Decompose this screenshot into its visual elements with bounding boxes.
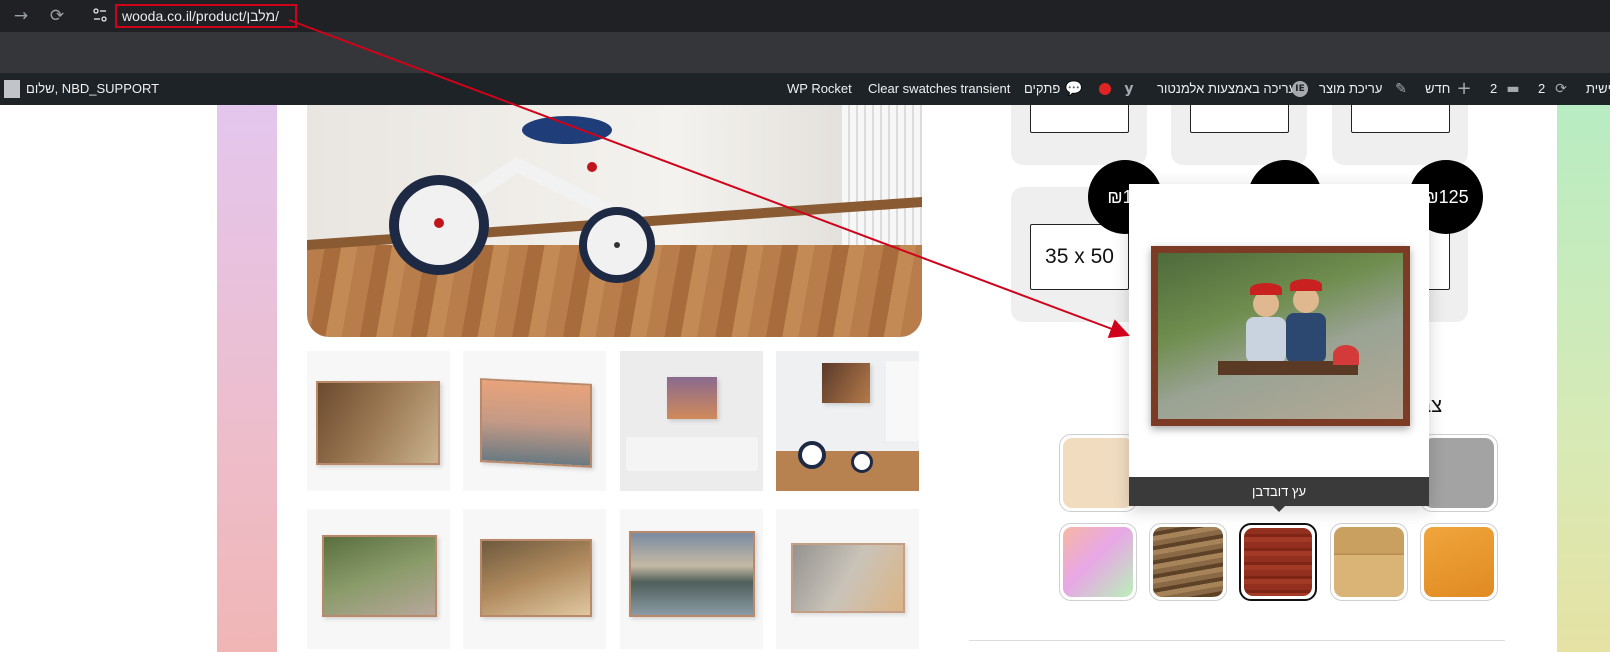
size-box — [1351, 105, 1450, 133]
thumbnail-1[interactable] — [307, 351, 450, 491]
thumbnail-5[interactable] — [307, 509, 450, 649]
comment-icon: ▬ — [1506, 81, 1520, 97]
decorative-gradient-left — [217, 105, 277, 652]
snippets-menu[interactable]: פתקים — [1024, 73, 1060, 105]
thumbnail-7[interactable] — [620, 509, 763, 649]
address-bar-url[interactable]: wooda.co.il/product/מלבן/ — [115, 4, 297, 28]
swatch-cherry-wood[interactable] — [1239, 523, 1317, 601]
swatch-fill — [1424, 527, 1494, 597]
thumbnail-3[interactable] — [620, 351, 763, 491]
size-box — [1030, 105, 1129, 133]
swatch-preview-popup: עץ דובדבן — [1129, 184, 1429, 512]
swatch-beige[interactable] — [1059, 434, 1137, 512]
size-label: 35 x 50 — [1030, 224, 1129, 290]
popup-caption: עץ דובדבן — [1129, 477, 1429, 512]
plus-icon: + — [1456, 78, 1472, 99]
updates-count[interactable]: 2 — [1538, 73, 1545, 105]
browser-toolbar: → ⟳ wooda.co.il/product/מלבן/ — [0, 0, 1610, 32]
browser-strip — [0, 32, 1610, 73]
thumbnail-6[interactable] — [463, 509, 606, 649]
avatar[interactable] — [4, 80, 20, 98]
framed-canvas-preview — [1151, 246, 1410, 426]
forward-arrow-icon[interactable]: → — [10, 5, 32, 27]
product-page: 35 x 50 ₪18 ₪125 צבע — [0, 105, 1610, 652]
new-menu[interactable]: חדש — [1425, 73, 1450, 105]
swatch-rainbow-gradient[interactable] — [1059, 523, 1137, 601]
elementor-icon: IE — [1292, 81, 1308, 97]
swatch-fill — [1153, 527, 1223, 597]
size-option-card-top-1[interactable] — [1011, 105, 1147, 165]
swatch-gray[interactable] — [1420, 434, 1498, 512]
swatch-light-oak[interactable] — [1330, 523, 1408, 601]
clear-swatches-menu[interactable]: Clear swatches transient — [868, 73, 1010, 105]
decorative-gradient-right — [1557, 105, 1610, 652]
comments-count[interactable]: 2 — [1490, 73, 1497, 105]
preview-photo — [1158, 253, 1403, 419]
tricycle-illustration — [389, 116, 655, 283]
swatch-fill — [1424, 438, 1494, 508]
updates-icon: ⟳ — [1555, 81, 1567, 97]
screenshot-root: → ⟳ wooda.co.il/product/מלבן/ שלום, NBD_… — [0, 0, 1610, 652]
size-option-card-top-3[interactable] — [1332, 105, 1468, 165]
swatch-fill — [1244, 528, 1312, 596]
edit-product-menu[interactable]: עריכת מוצר — [1319, 73, 1382, 105]
swatch-fill — [1063, 527, 1133, 597]
size-box — [1190, 105, 1289, 133]
swatch-fill — [1063, 438, 1133, 508]
main-product-image[interactable] — [307, 105, 922, 337]
wp-rocket-menu[interactable]: WP Rocket — [787, 73, 852, 105]
speech-bubble-icon: 💬 — [1065, 81, 1083, 97]
site-name-menu[interactable]: ישית — [1586, 73, 1610, 105]
site-info-icon[interactable] — [92, 7, 108, 23]
size-option-card-top-2[interactable] — [1171, 105, 1307, 165]
pencil-icon: ✎ — [1395, 81, 1407, 97]
swatch-fill — [1334, 527, 1404, 597]
swatch-orange[interactable] — [1420, 523, 1498, 601]
divider — [969, 640, 1505, 641]
wp-admin-bar: שלום, NBD_SUPPORT WP Rocket Clear swatch… — [0, 73, 1610, 105]
reload-icon[interactable]: ⟳ — [46, 5, 68, 27]
admin-greeting[interactable]: שלום, NBD_SUPPORT — [26, 73, 159, 105]
thumbnail-2[interactable] — [463, 351, 606, 491]
yoast-icon[interactable]: y — [1121, 81, 1137, 97]
swatch-walnut[interactable] — [1149, 523, 1227, 601]
thumbnail-8[interactable] — [776, 509, 919, 649]
thumbnail-4[interactable] — [776, 351, 919, 491]
elementor-edit-menu[interactable]: עריכה באמצעות אלמנטור — [1157, 73, 1296, 105]
status-dot-icon[interactable] — [1099, 83, 1111, 95]
